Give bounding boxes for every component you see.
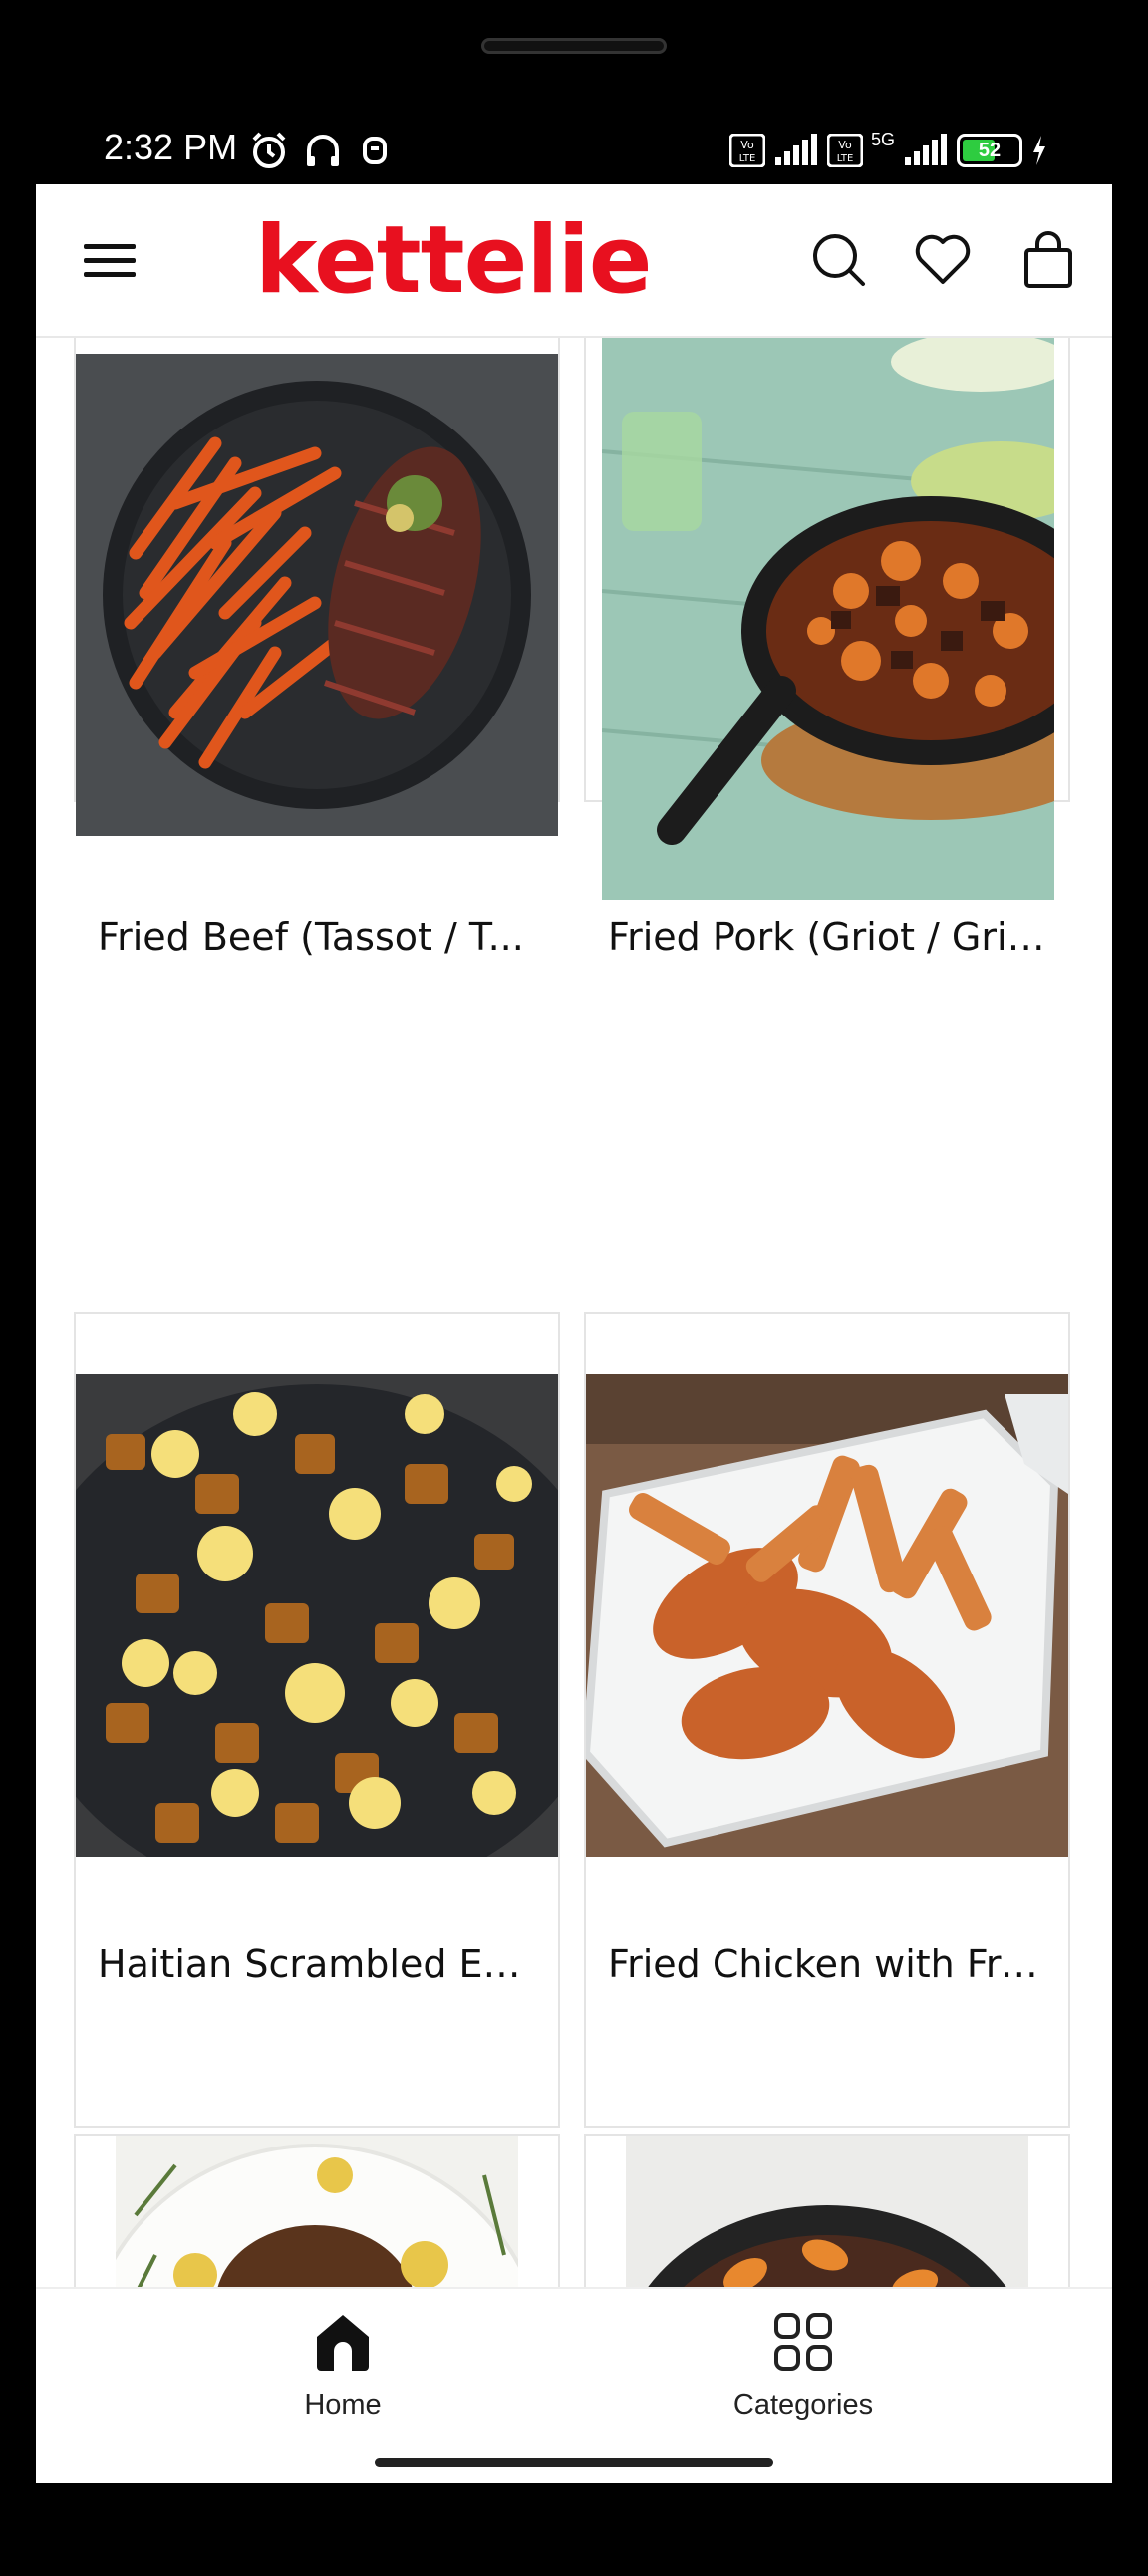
product-image-eggs[interactable] — [76, 1374, 558, 1857]
product-image-chicken[interactable] — [586, 1374, 1068, 1857]
charging-icon — [1033, 136, 1045, 165]
nav-categories-label: Categories — [732, 2389, 874, 2421]
product-image-beef-skillet[interactable] — [626, 2136, 1028, 2291]
signal-strength-icon — [774, 134, 817, 165]
volte-icon-2: Vo LTE — [826, 134, 863, 167]
network-type: 5G — [870, 130, 895, 149]
status-bar: 2:32 PM Vo LTE Vo LTE 5G 52 — [36, 125, 1112, 184]
categories-grid-icon — [774, 2313, 832, 2371]
app-header: kettelie — [36, 184, 1112, 338]
battery-icon: 52 — [957, 134, 1022, 167]
product-card[interactable] — [74, 2134, 560, 2291]
status-right: Vo LTE Vo LTE 5G 52 — [728, 130, 1048, 170]
bottom-navigation: Home Categories — [36, 2287, 1112, 2483]
gesture-home-indicator[interactable] — [375, 2458, 773, 2467]
product-title[interactable]: Fried Pork (Griot / Griy... — [608, 915, 1051, 959]
product-card[interactable]: Fried Pork (Griot / Griy... — [584, 338, 1070, 959]
product-grid: Fried Beef (Tassot / T... Fried Pork (Gr… — [36, 338, 1112, 2291]
product-card[interactable]: Fried Chicken with Fre... — [584, 1312, 1070, 2128]
status-time: 2:32 PM — [104, 127, 238, 167]
alarm-icon — [252, 132, 286, 168]
nav-categories[interactable]: Categories — [654, 2289, 953, 2438]
notification-icon — [363, 137, 387, 164]
product-title[interactable]: Fried Beef (Tassot / T... — [98, 915, 541, 959]
product-title[interactable]: Fried Chicken with Fre... — [608, 1942, 1051, 1986]
svg-text:LTE: LTE — [739, 153, 756, 164]
hamburger-menu-icon[interactable] — [84, 238, 140, 282]
headset-icon — [307, 135, 339, 166]
search-icon[interactable] — [809, 230, 869, 290]
phone-frame: 2:32 PM Vo LTE Vo LTE 5G 52 kettelie Fri… — [0, 0, 1148, 2576]
product-card[interactable] — [584, 2134, 1070, 2291]
shopping-bag-icon[interactable] — [1018, 230, 1078, 290]
svg-text:Vo: Vo — [740, 139, 754, 151]
app-screen: kettelie Fried Beef (Tassot / T... Fried… — [36, 184, 1112, 2483]
product-title[interactable]: Haitian Scrambled Eg... — [98, 1942, 541, 1986]
product-card[interactable]: Haitian Scrambled Eg... — [74, 1312, 560, 2128]
nav-home[interactable]: Home — [193, 2289, 492, 2438]
product-card[interactable]: Fried Beef (Tassot / T... — [74, 338, 560, 959]
product-image-pork[interactable] — [602, 338, 1054, 900]
product-image-beef[interactable] — [76, 354, 558, 836]
product-image-roast-chicken[interactable] — [116, 2136, 518, 2291]
home-icon — [317, 2315, 369, 2371]
svg-text:LTE: LTE — [837, 153, 854, 164]
nav-home-label: Home — [304, 2389, 382, 2421]
earpiece-speaker — [481, 38, 667, 54]
volte-icon: Vo LTE — [728, 134, 765, 167]
heart-icon[interactable] — [913, 230, 973, 290]
signal-strength-icon-2 — [905, 134, 947, 165]
svg-text:Vo: Vo — [838, 139, 852, 151]
battery-level: 52 — [978, 140, 1002, 161]
app-logo[interactable]: kettelie — [255, 206, 653, 315]
